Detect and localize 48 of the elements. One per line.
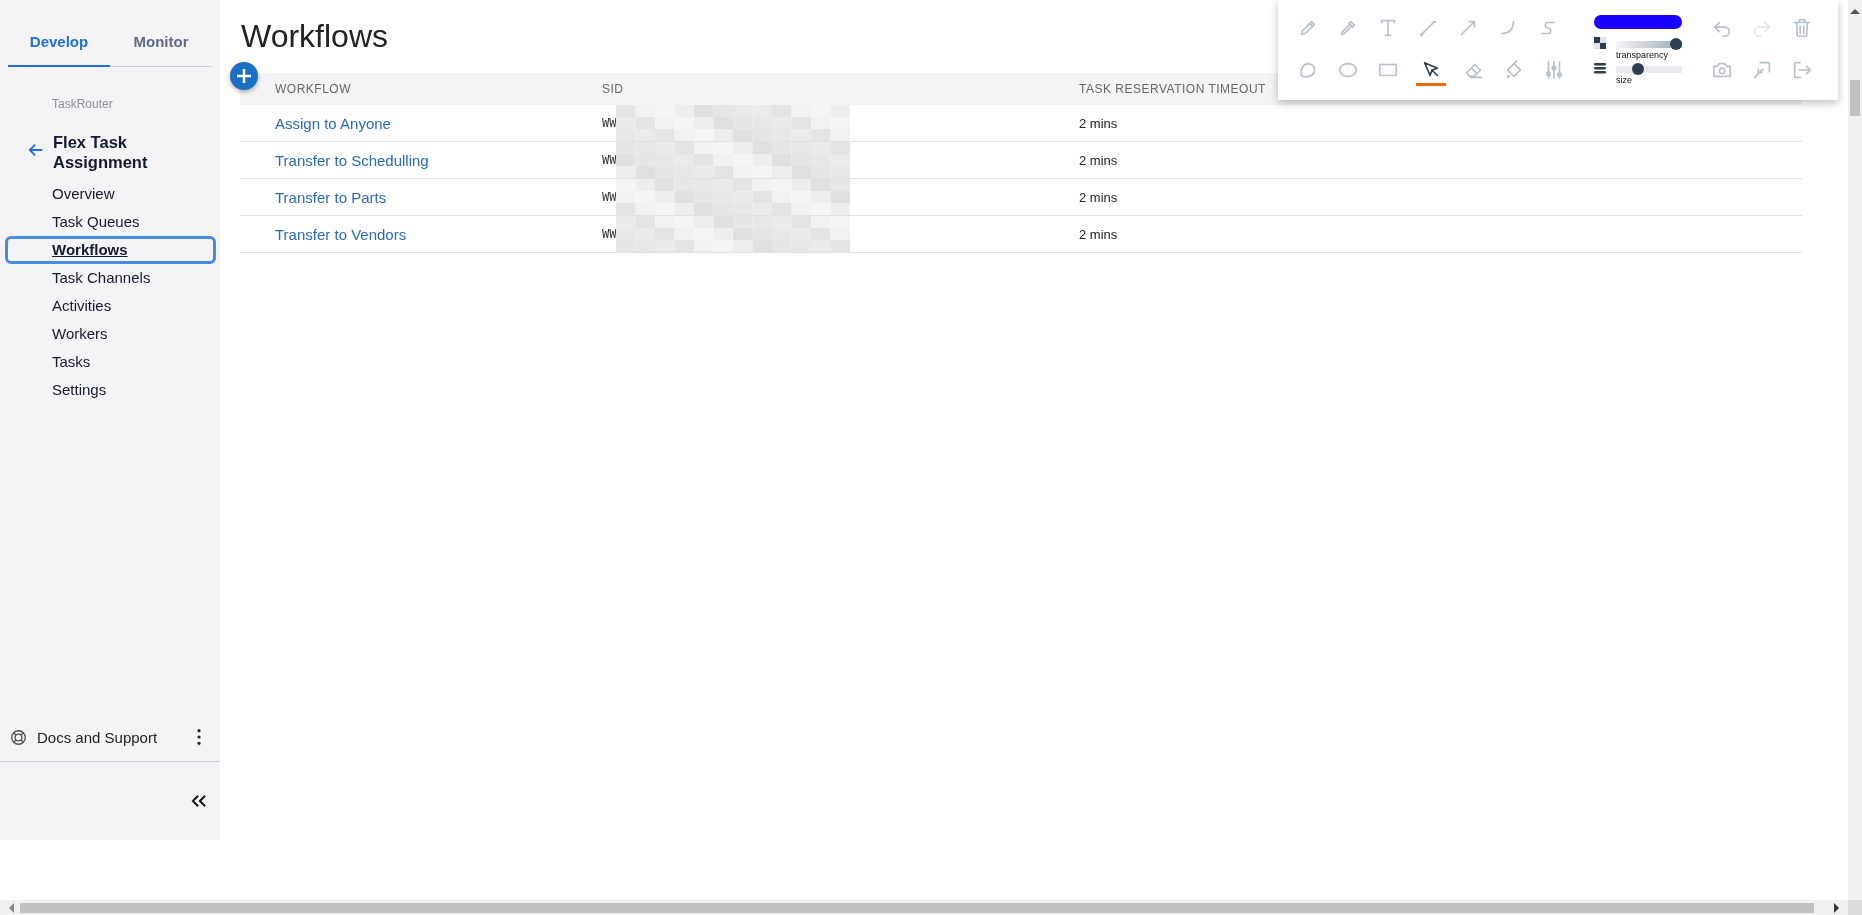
timeout-text: 2 mins	[1079, 189, 1119, 205]
workflow-link[interactable]: Assign to Anyone	[275, 114, 391, 132]
column-header: WORKFLOW	[274, 82, 352, 96]
sid-text: WW	[602, 190, 617, 204]
page-title: Workflows	[241, 17, 388, 56]
sidebar-item[interactable]: Task Queues	[5, 208, 216, 236]
size-slider[interactable]	[1616, 63, 1682, 75]
sidebar-item[interactable]: Tasks	[5, 348, 216, 376]
slider-label: transparency	[1616, 50, 1670, 60]
color-swatch[interactable]	[1594, 15, 1682, 29]
docs-link[interactable]: Docs and Support	[37, 728, 196, 746]
nav-tab[interactable]: Develop	[8, 17, 110, 67]
transparency-slider[interactable]	[1616, 38, 1682, 50]
timeout-text: 2 mins	[1079, 152, 1119, 168]
timeout-text: 2 mins	[1079, 226, 1119, 242]
slider-label: size	[1616, 75, 1633, 85]
scrollbar-corner	[1848, 900, 1862, 915]
trash-icon	[1791, 16, 1813, 39]
workflow-link[interactable]: Transfer to Schedulling	[275, 151, 429, 169]
section-title: Flex Task Assignment	[53, 132, 149, 172]
slider-thumb[interactable]	[1632, 63, 1645, 75]
vertical-scrollbar[interactable]	[1848, 0, 1862, 900]
sidebar-item[interactable]: Workflows	[5, 236, 216, 264]
back-arrow-icon[interactable]	[27, 141, 45, 159]
sidebar-item[interactable]: Overview	[5, 180, 216, 208]
nav-tab[interactable]: Monitor	[110, 17, 212, 67]
sid-text: WW	[602, 153, 617, 167]
column-header: SID	[602, 82, 625, 96]
column-header: TASK RESERVATION TIMEOUT	[1079, 82, 1267, 96]
sid-text: WW	[602, 116, 617, 130]
sliders-icon	[1543, 58, 1565, 81]
slider-thumb[interactable]	[1670, 38, 1682, 50]
workflow-link[interactable]: Transfer to Vendors	[275, 225, 407, 243]
sidebar-item[interactable]: Activities	[5, 292, 216, 320]
collapse-icon[interactable]	[190, 794, 208, 808]
workflow-link[interactable]: Transfer to Parts	[275, 188, 387, 206]
horizontal-scrollbar[interactable]	[0, 900, 1848, 915]
sidebar-item[interactable]: Workers	[5, 320, 216, 348]
timeout-text: 2 mins	[1079, 115, 1119, 131]
breadcrumb-label: TaskRouter	[52, 97, 114, 111]
more-options-icon[interactable]	[196, 728, 202, 746]
line-weight-icon	[1594, 62, 1606, 74]
sidebar-item[interactable]: Task Channels	[5, 264, 216, 292]
sid-text: WW	[602, 227, 617, 241]
add-button[interactable]	[229, 61, 259, 91]
sidebar-item[interactable]: Settings	[5, 376, 216, 404]
lifebuoy-icon	[10, 728, 27, 746]
checker-icon	[1594, 37, 1606, 49]
